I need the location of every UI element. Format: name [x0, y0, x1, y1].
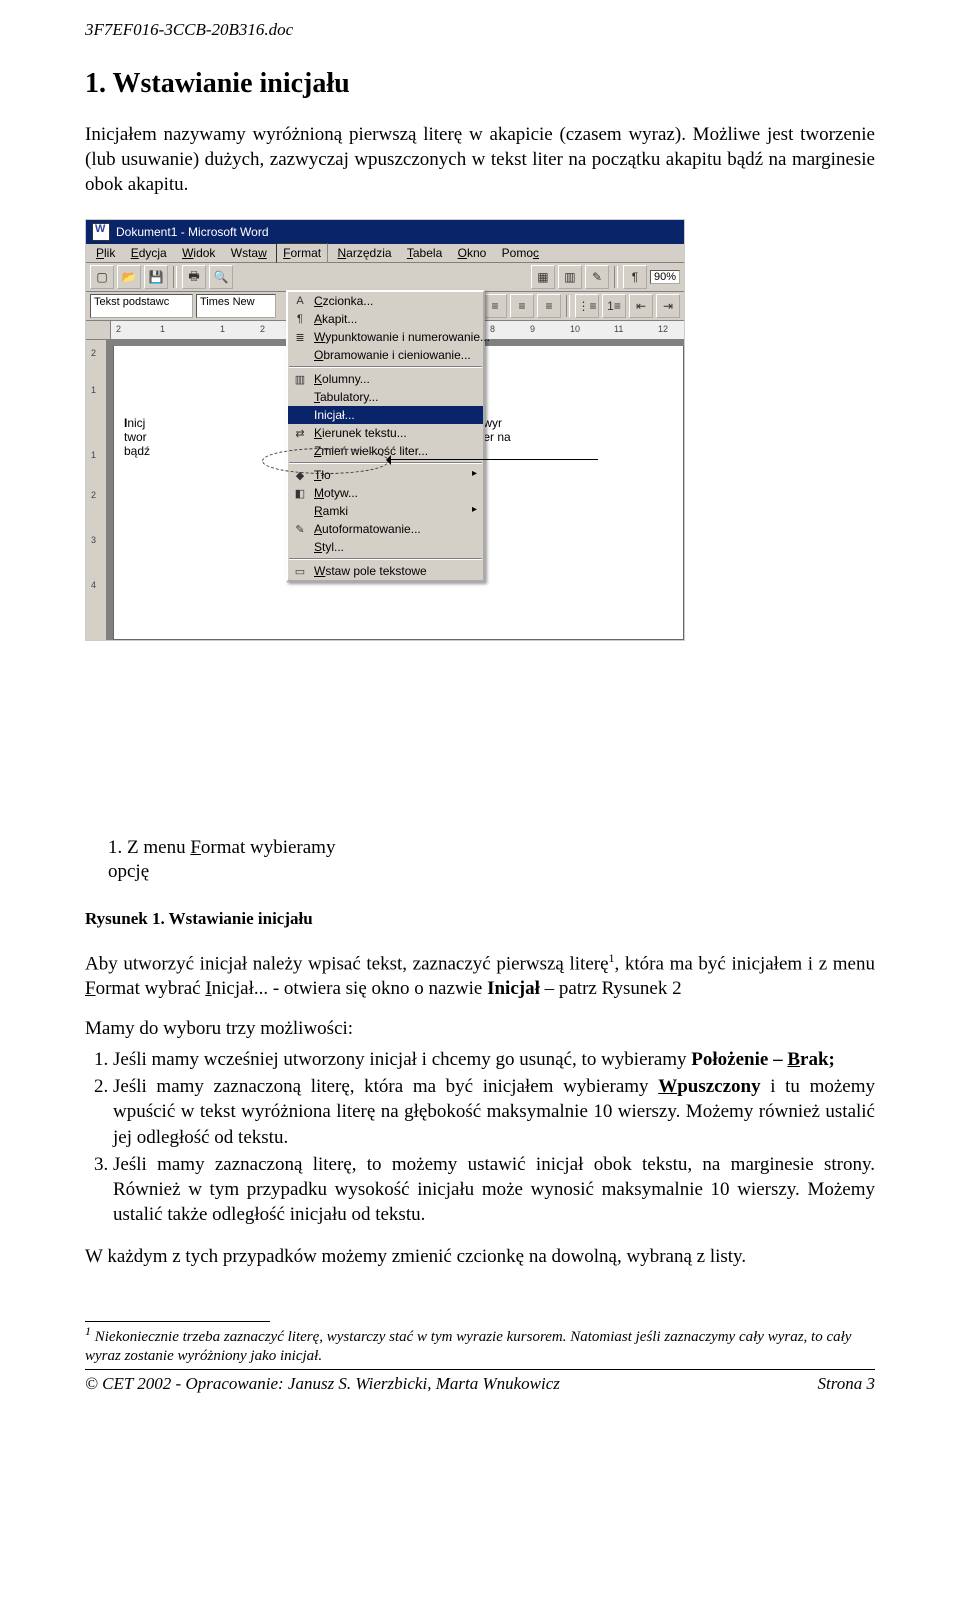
style-selector[interactable]: Tekst podstawc	[90, 294, 193, 318]
word-screenshot: Dokument1 - Microsoft Word Plik Edycja W…	[85, 219, 685, 641]
menu-wstaw[interactable]: Wstaw	[225, 244, 273, 262]
menu-format[interactable]: Format	[276, 243, 328, 263]
menu-pomoc[interactable]: Pomoc	[496, 244, 545, 262]
menu-plik[interactable]: Plik	[90, 244, 121, 262]
menu-item[interactable]: Ramki	[288, 502, 483, 520]
footnote-rule	[85, 1321, 270, 1322]
outdent-icon[interactable]: ⇤	[629, 294, 653, 318]
menu-widok[interactable]: Widok	[176, 244, 221, 262]
window-title: Dokument1 - Microsoft Word	[116, 225, 269, 239]
page-title: 1. Wstawianie inicjału	[85, 68, 875, 100]
para-icon[interactable]: ¶	[623, 265, 647, 289]
footer-left: © CET 2002 - Opracowanie: Janusz S. Wier…	[85, 1374, 560, 1394]
body-paragraph: Aby utworzyć inicjał należy wpisać tekst…	[85, 951, 875, 1002]
menu-item[interactable]: ≣Wypunktowanie i numerowanie...	[288, 328, 483, 346]
menu-item[interactable]: ▥Kolumny...	[288, 370, 483, 388]
save-icon[interactable]: 💾	[144, 265, 168, 289]
format-menu-dropdown[interactable]: ACzcionka...¶Akapit...≣Wypunktowanie i n…	[286, 290, 485, 582]
ruler-vertical: 211234	[86, 340, 107, 640]
doc-text-line: twor	[124, 430, 150, 444]
menu-item[interactable]: ▭Wstaw pole tekstowe	[288, 562, 483, 580]
menu-item[interactable]: ACzcionka...	[288, 292, 483, 310]
doc-text-line: bądź	[124, 444, 150, 458]
zoom-box[interactable]: 90%	[650, 270, 680, 284]
menu-item[interactable]: ✎Autoformatowanie...	[288, 520, 483, 538]
menu-item[interactable]: Tabulatory...	[288, 388, 483, 406]
toolbar-standard: ▢ 📂 💾 🖶 🔍 ▦ ▥ ✎ ¶ 90%	[86, 263, 684, 292]
menu-edycja[interactable]: Edycja	[125, 244, 173, 262]
menu-item[interactable]: Obramowanie i cieniowanie...	[288, 346, 483, 364]
list-item: Jeśli mamy wcześniej utworzony inicjał i…	[113, 1047, 875, 1072]
print-icon[interactable]: 🖶	[182, 265, 206, 289]
menu-item[interactable]: ⇄Kierunek tekstu...	[288, 424, 483, 442]
menu-okno[interactable]: Okno	[452, 244, 493, 262]
menu-item[interactable]: Styl...	[288, 538, 483, 556]
word-icon	[92, 223, 110, 241]
justify-icon[interactable]: ≡	[537, 294, 561, 318]
list-item: Jeśli mamy zaznaczoną literę, która ma b…	[113, 1074, 875, 1150]
bullets-icon[interactable]: ⋮≡	[575, 294, 599, 318]
align-right-icon[interactable]: ≡	[510, 294, 534, 318]
drawing-icon[interactable]: ✎	[585, 265, 609, 289]
menu-item[interactable]: Inicjał...	[288, 406, 483, 424]
footnote: 1 Niekoniecznie trzeba zaznaczyć literę,…	[85, 1324, 875, 1366]
menu-item[interactable]: ◧Motyw...	[288, 484, 483, 502]
menu-item[interactable]: ¶Akapit...	[288, 310, 483, 328]
list-item: Jeśli mamy zaznaczoną literę, to możemy …	[113, 1152, 875, 1228]
new-icon[interactable]: ▢	[90, 265, 114, 289]
columns-icon[interactable]: ▥	[558, 265, 582, 289]
menu-tabela[interactable]: Tabela	[401, 244, 448, 262]
window-titlebar: Dokument1 - Microsoft Word	[86, 220, 684, 244]
table-icon[interactable]: ▦	[531, 265, 555, 289]
header-path: 3F7EF016-3CCB-20B316.doc	[85, 20, 875, 40]
list-lead: Mamy do wyboru trzy możliwości:	[85, 1016, 875, 1041]
preview-icon[interactable]: 🔍	[209, 265, 233, 289]
menubar[interactable]: Plik Edycja Widok Wstaw Format Narzędzia…	[86, 244, 684, 263]
menu-narzedzia[interactable]: Narzędzia	[332, 244, 398, 262]
callout-arrow	[388, 459, 598, 460]
figure-caption: Rysunek 1. Wstawianie inicjału	[85, 909, 875, 929]
callout-text: 1. Z menu Format wybieramy opcję	[107, 836, 338, 884]
footer-rule	[85, 1369, 875, 1370]
closing-paragraph: W każdym z tych przypadków możemy zmieni…	[85, 1244, 875, 1269]
numbering-icon[interactable]: 1≡	[602, 294, 626, 318]
open-icon[interactable]: 📂	[117, 265, 141, 289]
align-center-icon[interactable]: ≡	[483, 294, 507, 318]
footer-right: Strona 3	[818, 1374, 875, 1394]
options-list: Jeśli mamy wcześniej utworzony inicjał i…	[85, 1047, 875, 1228]
indent-icon[interactable]: ⇥	[656, 294, 680, 318]
font-selector[interactable]: Times New	[196, 294, 276, 318]
intro-paragraph: Inicjałem nazywamy wyróżnioną pierwszą l…	[85, 122, 875, 197]
